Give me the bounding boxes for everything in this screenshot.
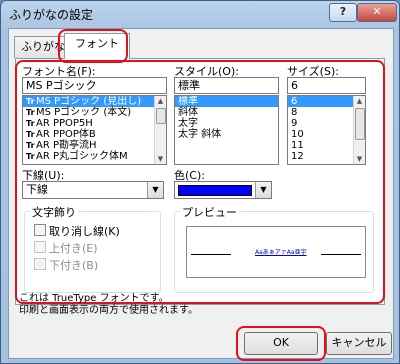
truetype-icon: Tr [26, 119, 35, 128]
title-bar[interactable]: ふりがなの設定 ? ✕ [1, 1, 399, 27]
cancel-button[interactable]: キャンセル [326, 332, 392, 355]
description-line-2: 印刷と画面表示の両方で使用されます。 [19, 305, 198, 316]
truetype-icon: Tr [26, 141, 35, 150]
preview-group-title: プレビュー [180, 204, 239, 220]
superscript-checkbox[interactable]: 上付き(E) [34, 240, 98, 256]
font-list-scrollbar[interactable]: ▲ ▼ [154, 96, 166, 164]
style-input[interactable]: 標準 [174, 77, 279, 94]
list-item[interactable]: 太字 斜体 [175, 129, 278, 140]
underline-value: 下線 [26, 183, 48, 196]
list-item[interactable]: TrMS Pゴシック (見出し) [23, 96, 166, 107]
truetype-icon: Tr [26, 130, 35, 139]
scroll-thumb[interactable] [156, 108, 166, 124]
list-item[interactable]: TrAR P勘亭流H [23, 140, 166, 151]
list-item[interactable]: TrAR PPOP体B [23, 129, 166, 140]
color-dropdown[interactable]: ▼ [174, 181, 272, 199]
preview-sample-text: AaあぁアァAa亜宇 [255, 249, 307, 256]
checkbox-box[interactable] [34, 241, 46, 253]
dialog-body: ふりがな フォント フォント名(F): MS Pゴシック TrMS Pゴシック … [8, 28, 394, 361]
chevron-down-icon[interactable]: ▼ [147, 182, 163, 198]
list-item[interactable]: TrMS Pゴシック (本文) [23, 107, 166, 118]
preview-baseline-right [321, 254, 361, 255]
tab-highlight [58, 29, 128, 63]
size-input[interactable]: 6 [287, 77, 366, 94]
scroll-up-icon[interactable]: ▲ [155, 96, 166, 106]
scroll-down-icon[interactable]: ▼ [155, 154, 166, 164]
scroll-thumb[interactable] [355, 108, 365, 140]
strikethrough-checkbox[interactable]: 取り消し線(K) [34, 223, 120, 239]
scroll-down-icon[interactable]: ▼ [354, 154, 365, 164]
subscript-checkbox[interactable]: 下付き(B) [34, 257, 98, 273]
checkbox-box[interactable] [34, 224, 46, 236]
help-button[interactable]: ? [329, 3, 357, 22]
checkbox-box[interactable] [34, 258, 46, 270]
dialog-title: ふりがなの設定 [9, 8, 94, 22]
list-item[interactable]: 斜体 [175, 107, 278, 118]
scroll-up-icon[interactable]: ▲ [354, 96, 365, 106]
size-list[interactable]: 6 8 9 10 11 12 ▲ ▼ [287, 95, 366, 165]
truetype-icon: Tr [26, 152, 35, 161]
font-name-list[interactable]: TrMS Pゴシック (見出し) TrMS Pゴシック (本文) TrAR PP… [22, 95, 167, 165]
font-tab-panel: フォント名(F): MS Pゴシック TrMS Pゴシック (見出し) TrMS… [15, 58, 385, 305]
truetype-icon: Tr [26, 108, 35, 117]
list-item[interactable]: TrAR PPOP5H [23, 118, 166, 129]
close-button[interactable]: ✕ [357, 3, 397, 22]
ok-button[interactable]: OK [244, 332, 318, 355]
chevron-down-icon[interactable]: ▼ [255, 182, 271, 198]
underline-dropdown[interactable]: 下線 ▼ [22, 181, 164, 199]
dialog-window: ふりがなの設定 ? ✕ ふりがな フォント フォント名(F): MS Pゴシック… [0, 0, 400, 364]
list-item[interactable]: 太字 [175, 118, 278, 129]
font-description: これは TrueType フォントです。 印刷と画面表示の両方で使用されます。 [19, 293, 198, 317]
list-item[interactable]: 標準 [175, 96, 278, 107]
color-swatch [178, 185, 252, 196]
effects-group-title: 文字飾り [30, 204, 78, 220]
list-item[interactable]: TrAR P丸ゴシック体M [23, 151, 166, 162]
truetype-icon: Tr [26, 97, 35, 106]
preview-box: AaあぁアァAa亜宇 [186, 226, 366, 278]
size-list-scrollbar[interactable]: ▲ ▼ [353, 96, 365, 164]
preview-baseline-left [191, 254, 231, 255]
description-line-1: これは TrueType フォントです。 [19, 293, 169, 304]
style-list[interactable]: 標準 斜体 太字 太字 斜体 [174, 95, 279, 165]
font-name-input[interactable]: MS Pゴシック [22, 77, 167, 94]
